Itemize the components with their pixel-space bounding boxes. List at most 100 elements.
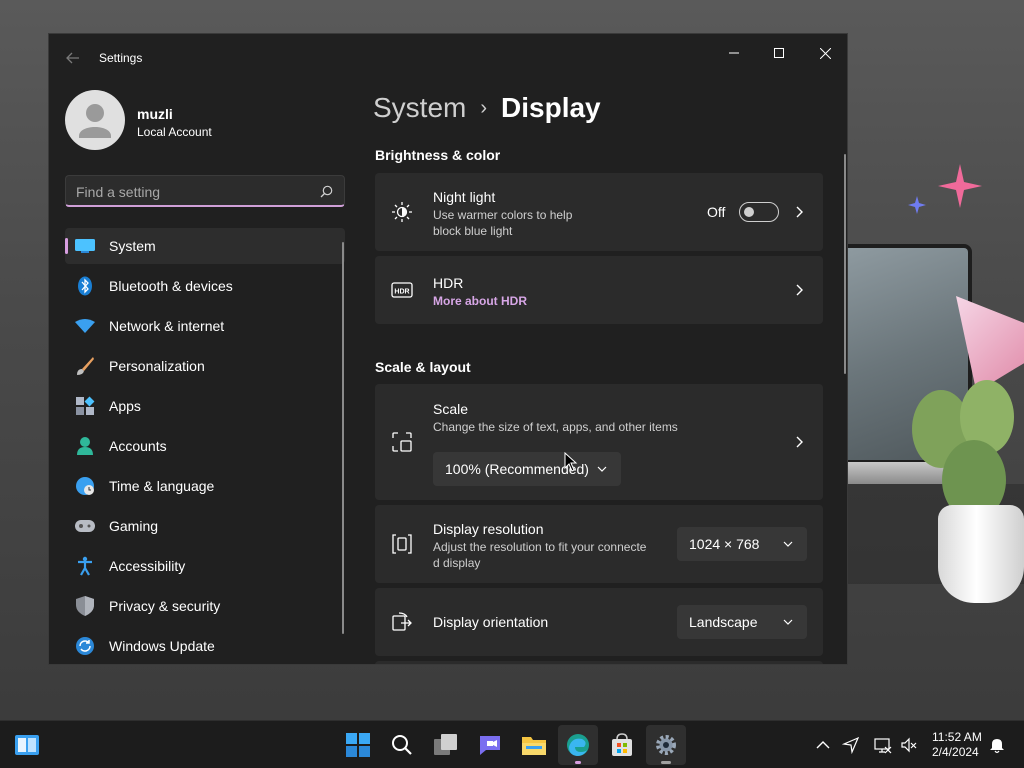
sidebar-item-label: Windows Update — [109, 638, 215, 654]
toggle-knob — [744, 207, 754, 217]
running-indicator — [661, 761, 671, 764]
sidebar-item-privacy[interactable]: Privacy & security — [65, 588, 345, 624]
resolution-dropdown[interactable]: 1024 × 768 — [677, 527, 807, 561]
chevron-right-icon — [796, 206, 803, 218]
taskbar-edge-button[interactable] — [558, 725, 598, 765]
sidebar-item-system[interactable]: System — [65, 228, 345, 264]
chevron-up-icon[interactable] — [814, 736, 832, 754]
hdr-link[interactable]: More about HDR — [433, 294, 527, 308]
hdr-card[interactable]: HDR HDR More about HDR — [375, 256, 823, 324]
sidebar-item-label: Network & internet — [109, 318, 225, 334]
sidebar-item-label: Apps — [109, 398, 141, 414]
night-light-toggle-label: Off — [707, 204, 726, 220]
sidebar-item-time-language[interactable]: Time & language — [65, 468, 345, 504]
maximize-button[interactable] — [756, 38, 802, 68]
taskbar-start-button[interactable] — [338, 725, 378, 765]
scale-icon — [392, 432, 412, 452]
chevron-right-icon: › — [480, 96, 488, 119]
close-icon — [819, 47, 831, 59]
sidebar-item-label: Privacy & security — [109, 598, 221, 614]
brush-icon — [75, 356, 95, 376]
hdr-title: HDR — [433, 275, 464, 291]
store-icon — [612, 733, 632, 756]
system-icon — [75, 236, 95, 256]
maximize-icon — [774, 48, 784, 58]
minimize-button[interactable] — [711, 38, 757, 68]
gamepad-icon — [75, 516, 95, 536]
account-type: Local Account — [137, 125, 212, 139]
search-box[interactable] — [65, 175, 345, 207]
edge-browser-icon — [567, 734, 589, 756]
sidebar-item-network[interactable]: Network & internet — [65, 308, 345, 344]
settings-window: Settings muzli Local Account Syste — [48, 33, 848, 665]
gear-icon — [656, 735, 676, 755]
taskbar-settings-button[interactable] — [646, 725, 686, 765]
sidebar-item-label: Time & language — [109, 478, 215, 494]
orientation-dropdown[interactable]: Landscape — [677, 605, 807, 639]
sidebar-item-bluetooth[interactable]: Bluetooth & devices — [65, 268, 345, 304]
scale-dropdown[interactable]: 100% (Recommended) — [433, 452, 621, 486]
sidebar-item-accounts[interactable]: Accounts — [65, 428, 345, 464]
breadcrumb: System › Display — [373, 92, 601, 124]
folder-icon — [522, 737, 546, 755]
sidebar-scrollbar[interactable] — [342, 242, 344, 634]
location-icon[interactable] — [842, 736, 860, 754]
volume-muted-icon[interactable] — [900, 736, 918, 754]
svg-text:HDR: HDR — [394, 289, 409, 296]
taskbar-task-view-button[interactable] — [426, 725, 466, 765]
shield-icon — [75, 596, 95, 616]
chevron-right-icon — [796, 436, 803, 448]
sidebar-item-label: Accessibility — [109, 558, 186, 574]
chevron-down-icon — [783, 541, 793, 547]
avatar[interactable] — [65, 90, 125, 150]
network-icon[interactable] — [874, 736, 892, 754]
sparkle-decoration — [938, 164, 982, 208]
taskbar-store-button[interactable] — [602, 725, 642, 765]
taskbar-file-explorer-button[interactable] — [514, 725, 554, 765]
widgets-icon[interactable] — [14, 732, 40, 758]
taskbar-chat-button[interactable] — [470, 725, 510, 765]
taskbar-clock[interactable]: 11:52 AM 2/4/2024 — [932, 730, 982, 760]
search-icon[interactable] — [320, 185, 333, 198]
sidebar-item-personalization[interactable]: Personalization — [65, 348, 345, 384]
task-view-icon — [434, 734, 457, 755]
taskbar-search-button[interactable] — [382, 725, 422, 765]
user-name: muzli — [137, 106, 173, 122]
orientation-icon — [392, 612, 412, 631]
night-light-title: Night light — [433, 189, 496, 205]
night-light-toggle[interactable] — [739, 202, 779, 222]
sidebar-item-gaming[interactable]: Gaming — [65, 508, 345, 544]
accounts-icon — [75, 436, 95, 456]
scale-card[interactable]: Scale Change the size of text, apps, and… — [375, 384, 823, 500]
minimize-icon — [729, 52, 739, 54]
orientation-title: Display orientation — [433, 614, 549, 630]
close-button[interactable] — [802, 38, 847, 68]
section-title-scale: Scale & layout — [375, 359, 471, 375]
back-arrow-icon[interactable] — [63, 48, 83, 68]
sidebar-item-label: Accounts — [109, 438, 167, 454]
search-input[interactable] — [76, 183, 306, 201]
apps-icon — [75, 396, 95, 416]
running-indicator — [575, 761, 581, 764]
night-light-card[interactable]: Night light Use warmer colors to help bl… — [375, 173, 823, 251]
chevron-down-icon — [597, 466, 607, 472]
user-icon — [79, 104, 111, 138]
globe-clock-icon — [75, 476, 95, 496]
chat-icon — [480, 736, 500, 755]
sidebar-item-label: Personalization — [109, 358, 205, 374]
resolution-title: Display resolution — [433, 521, 544, 537]
sidebar-item-accessibility[interactable]: Accessibility — [65, 548, 345, 584]
chevron-right-icon — [796, 284, 803, 296]
main-scrollbar[interactable] — [844, 154, 846, 374]
display-orientation-card: Display orientation Landscape — [375, 588, 823, 656]
breadcrumb-parent[interactable]: System — [373, 92, 466, 124]
notification-icon[interactable] — [988, 736, 1006, 754]
wallpaper-pot — [938, 505, 1024, 603]
orientation-dropdown-value: Landscape — [689, 614, 758, 630]
sidebar-item-label: System — [109, 238, 156, 254]
sidebar-item-windows-update[interactable]: Windows Update — [65, 628, 345, 664]
sidebar-item-label: Bluetooth & devices — [109, 278, 233, 294]
hdr-icon: HDR — [391, 282, 413, 298]
sidebar-item-apps[interactable]: Apps — [65, 388, 345, 424]
section-title-brightness: Brightness & color — [375, 147, 501, 163]
